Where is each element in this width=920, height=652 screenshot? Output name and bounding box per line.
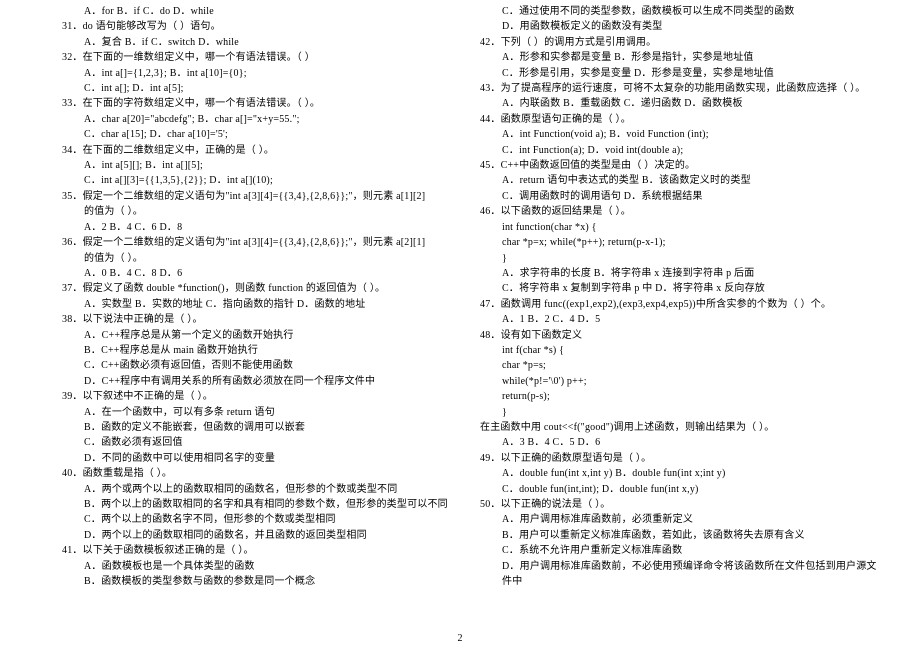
text-line: 34．在下面的二维数组定义中，正确的是（ ）。 [62,143,440,158]
text-line: B．用户可以重新定义标准库函数，若如此，该函数将失去原有含义 [480,528,880,543]
text-line: A．C++程序总是从第一个定义的函数开始执行 [62,328,440,343]
text-line: D．用函数模板定义的函数没有类型 [480,19,880,34]
text-line: A．int a[5][]; B．int a[][5]; [62,158,440,173]
text-line: } [480,251,880,266]
text-line: 36．假定一个二维数组的定义语句为"int a[3][4]={{3,4},{2,… [62,235,440,250]
text-line: 33．在下面的字符数组定义中，哪一个有语法错误。（ ）。 [62,96,440,111]
text-line: A．char a[20]="abcdefg"; B．char a[]="x+y=… [62,112,440,127]
text-line: A．int Function(void a); B．void Function … [480,127,880,142]
text-line: char *p=s; [480,358,880,373]
text-line: int function(char *x) { [480,220,880,235]
text-line: } [480,405,880,420]
text-line: C．形参是引用，实参是变量 D．形参是变量，实参是地址值 [480,66,880,81]
text-line: 43．为了提高程序的运行速度，可将不太复杂的功能用函数实现，此函数应选择（ ）。 [480,81,880,96]
text-line: A．形参和实参都是变量 B．形参是指针，实参是地址值 [480,50,880,65]
text-line: 42．下列（ ）的调用方式是引用调用。 [480,35,880,50]
text-line: A．2 B．4 C．6 D．8 [62,220,440,235]
text-line: C．调用函数时的调用语句 D．系统根据结果 [480,189,880,204]
left-column: A．for B．if C．do D．while31．do 语句能够改写为（ ）语… [0,4,460,589]
text-line: A．for B．if C．do D．while [62,4,440,19]
text-line: int f(char *s) { [480,343,880,358]
text-line: A．复合 B．if C．switch D．while [62,35,440,50]
text-line: 32．在下面的一维数组定义中，哪一个有语法错误。（ ） [62,50,440,65]
text-line: 31．do 语句能够改写为（ ）语句。 [62,19,440,34]
text-line: 46．以下函数的返回结果是（ ）。 [480,204,880,219]
text-line: B．两个以上的函数取相同的名字和具有相同的参数个数，但形参的类型可以不同 [62,497,440,512]
text-line: C．函数必须有返回值 [62,435,440,450]
text-line: A．内联函数 B．重载函数 C．递归函数 D．函数模板 [480,96,880,111]
right-column: C．通过使用不同的类型参数，函数模板可以生成不同类型的函数D．用函数模板定义的函… [460,4,920,589]
text-line: A．return 语句中表达式的类型 B．该函数定义时的类型 [480,173,880,188]
text-line: A．double fun(int x,int y) B．double fun(i… [480,466,880,481]
text-line: 39．以下叙述中不正确的是（ ）。 [62,389,440,404]
text-line: D．C++程序中有调用关系的所有函数必须放在同一个程序文件中 [62,374,440,389]
text-line: C．系统不允许用户重新定义标准库函数 [480,543,880,558]
text-line: C．double fun(int,int); D．double fun(int … [480,482,880,497]
text-line: B．函数模板的类型参数与函数的参数是同一个概念 [62,574,440,589]
text-line: while(*p!='\0') p++; [480,374,880,389]
text-line: C．int a[][3]={{1,3,5},{2}}; D．int a[](10… [62,173,440,188]
text-line: return(p-s); [480,389,880,404]
text-line: char *p=x; while(*p++); return(p-x-1); [480,235,880,250]
text-line: 在主函数中用 cout<<f("good")调用上述函数，则输出结果为（ ）。 [480,420,880,435]
text-line: B．C++程序总是从 main 函数开始执行 [62,343,440,358]
text-line: C．两个以上的函数名字不同，但形参的个数或类型相同 [62,512,440,527]
text-line: A．两个或两个以上的函数取相同的函数名，但形参的个数或类型不同 [62,482,440,497]
text-line: C．C++函数必须有返回值，否则不能使用函数 [62,358,440,373]
text-line: A．1 B．2 C．4 D．5 [480,312,880,327]
text-line: 47．函数调用 func((exp1,exp2),(exp3,exp4,exp5… [480,297,880,312]
text-line: A．函数模板也是一个具体类型的函数 [62,559,440,574]
text-line: 的值为（ ）。 [62,251,440,266]
text-line: 的值为（ ）。 [62,204,440,219]
text-line: A．用户调用标准库函数前，必须重新定义 [480,512,880,527]
text-line: A．0 B．4 C．8 D．6 [62,266,440,281]
text-line: A．int a[]={1,2,3}; B．int a[10]={0}; [62,66,440,81]
text-line: 35．假定一个二维数组的定义语句为"int a[3][4]={{3,4},{2,… [62,189,440,204]
text-line: 件中 [480,574,880,589]
text-line: D．不同的函数中可以使用相同名字的变量 [62,451,440,466]
text-line: 44．函数原型语句正确的是（ ）。 [480,112,880,127]
page-number: 2 [458,633,463,644]
text-line: A．在一个函数中，可以有多条 return 语句 [62,405,440,420]
text-line: 49．以下正确的函数原型语句是（ ）。 [480,451,880,466]
text-line: 41．以下关于函数模板叙述正确的是（ ）。 [62,543,440,558]
text-line: C．通过使用不同的类型参数，函数模板可以生成不同类型的函数 [480,4,880,19]
text-line: D．用户调用标准库函数前，不必使用预编译命令将该函数所在文件包括到用户源文 [480,559,880,574]
text-line: C．将字符串 x 复制到字符串 p 中 D．将字符串 x 反向存放 [480,281,880,296]
text-line: 37．假定义了函数 double *function()，则函数 functio… [62,281,440,296]
document-page: A．for B．if C．do D．while31．do 语句能够改写为（ ）语… [0,0,920,589]
text-line: C．int a[]; D．int a[5]; [62,81,440,96]
text-line: 45．C++中函数返回值的类型是由（ ）决定的。 [480,158,880,173]
text-line: A．实数型 B．实数的地址 C．指向函数的指针 D．函数的地址 [62,297,440,312]
text-line: D．两个以上的函数取相同的函数名，并且函数的返回类型相同 [62,528,440,543]
text-line: 38．以下说法中正确的是（ ）。 [62,312,440,327]
text-line: 50．以下正确的说法是（ ）。 [480,497,880,512]
text-line: A．求字符串的长度 B．将字符串 x 连接到字符串 p 后面 [480,266,880,281]
text-line: A．3 B．4 C．5 D．6 [480,435,880,450]
text-line: C．char a[15]; D．char a[10]='5'; [62,127,440,142]
text-line: 48．设有如下函数定义 [480,328,880,343]
text-line: C．int Function(a); D．void int(double a); [480,143,880,158]
text-line: 40．函数重载是指（ ）。 [62,466,440,481]
text-line: B．函数的定义不能嵌套，但函数的调用可以嵌套 [62,420,440,435]
